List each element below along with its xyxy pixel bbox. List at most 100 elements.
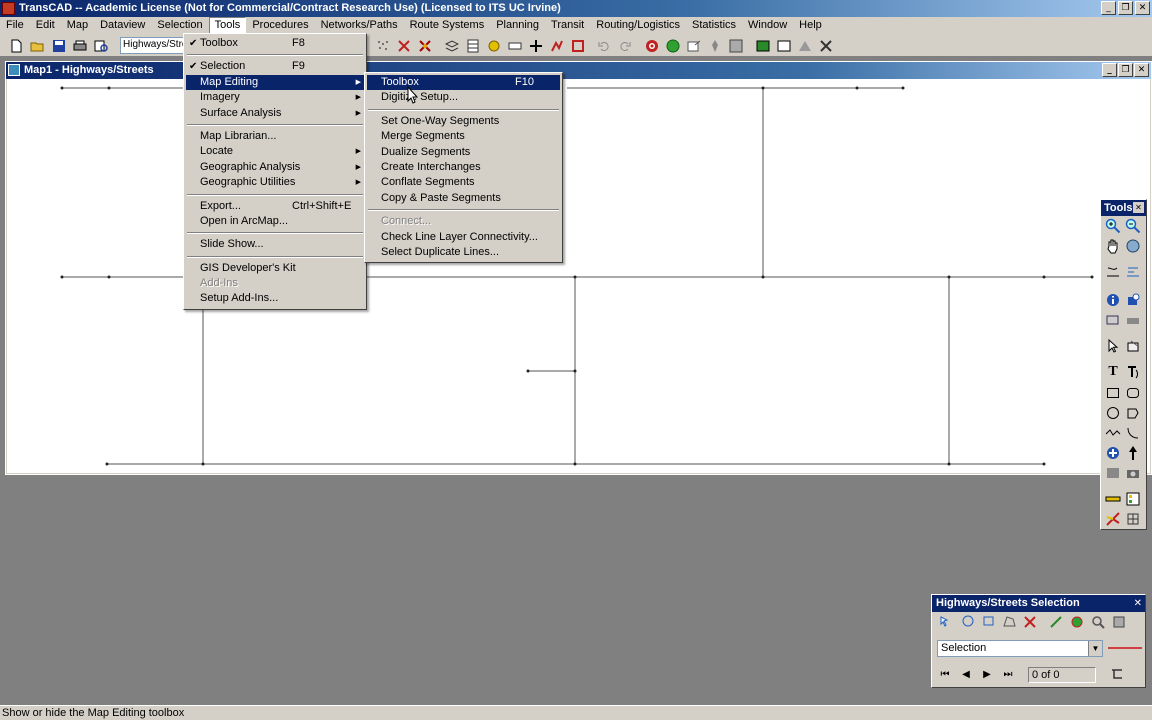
select-by-condition-icon[interactable] [1048,614,1064,630]
clear-selection-icon[interactable] [418,39,432,53]
distance-icon[interactable] [1125,264,1141,280]
previous-record-icon[interactable]: ◀ [958,666,974,682]
menu-item-slide-show[interactable]: Slide Show... [186,237,364,252]
menu-item-open-in-arcmap[interactable]: Open in ArcMap... [186,214,364,229]
edit-tool-icon[interactable] [1125,338,1141,354]
map-restore-button[interactable]: ❐ [1118,63,1133,77]
menu-item-digitize-setup[interactable]: Digitize Setup... [367,90,560,105]
menu-item-surface-analysis[interactable]: Surface Analysis ▶ [186,106,364,121]
menu-help[interactable]: Help [793,17,828,35]
label-icon[interactable] [508,39,522,53]
identify-icon[interactable] [1125,292,1141,308]
curved-text-icon[interactable] [1125,364,1141,380]
unselect-icon[interactable] [1022,614,1038,630]
zoom-to-selection-icon[interactable] [1090,614,1106,630]
first-record-icon[interactable]: ⏮ [937,666,953,682]
measure-icon[interactable] [1105,264,1121,280]
network-tool-icon[interactable] [1125,511,1141,527]
layer-stack-icon[interactable] [1105,312,1121,328]
scale-bar-icon[interactable] [1105,491,1121,507]
menu-item-locate[interactable]: Locate ▶ [186,144,364,159]
circle-icon[interactable] [1105,405,1121,421]
selection-palette-title[interactable]: Highways/Streets Selection [932,595,1145,612]
network-icon[interactable] [529,39,543,53]
selection-set-combo[interactable]: Selection ▼ [937,640,1103,657]
globe-view-icon[interactable] [1125,238,1141,254]
menu-planning[interactable]: Planning [490,17,545,35]
tools-palette-close-icon[interactable]: ✕ [1133,202,1144,213]
menu-statistics[interactable]: Statistics [686,17,742,35]
map-window-icon[interactable] [756,39,770,53]
new-file-icon[interactable] [9,39,23,53]
undo-icon[interactable] [597,39,611,53]
menu-item-editing-toolbox[interactable]: Toolbox F10 [367,75,560,91]
select-by-pointing-icon[interactable] [397,39,411,53]
layers-icon[interactable] [445,39,459,53]
last-record-icon[interactable]: ⏭ [1000,666,1016,682]
symbol-icon[interactable] [1105,445,1121,461]
map-minimize-button[interactable]: _ [1102,63,1117,77]
menu-item-geographic-analysis[interactable]: Geographic Analysis ▶ [186,160,364,175]
layout-icon[interactable] [798,39,812,53]
text-tool-icon[interactable]: T [1105,364,1121,380]
print-icon[interactable] [73,39,87,53]
grid-icon[interactable] [729,39,743,53]
menu-item-gis-developers-kit[interactable]: GIS Developer's Kit [186,261,364,276]
camera-icon[interactable] [1125,465,1141,481]
arc-icon[interactable] [1125,425,1141,441]
print-preview-icon[interactable] [94,39,108,53]
pin-icon[interactable] [708,39,722,53]
select-by-pointing-icon[interactable] [938,614,954,630]
target-icon[interactable] [645,39,659,53]
digitize-points-icon[interactable] [376,39,390,53]
app-title-bar[interactable]: TransCAD -- Academic License (Not for Co… [0,0,1152,17]
rectangle-icon[interactable] [1105,385,1121,401]
menu-file[interactable]: File [0,17,30,35]
map-close-button[interactable]: ✕ [1134,63,1149,77]
select-by-circle-icon[interactable] [959,614,975,630]
menu-item-conflate-segments[interactable]: Conflate Segments [367,175,560,190]
menu-item-geographic-utilities[interactable]: Geographic Utilities ▶ [186,175,364,190]
export-icon[interactable] [687,39,701,53]
menu-edit[interactable]: Edit [30,17,61,35]
legend-icon[interactable] [1125,491,1141,507]
map-window-title-bar[interactable]: Map1 - Highways/Streets _ ❐ ✕ [6,62,1151,79]
printer-icon[interactable] [1125,312,1141,328]
theme-icon[interactable] [487,39,501,53]
menu-item-imagery[interactable]: Imagery ▶ [186,90,364,105]
tools-x-icon[interactable] [819,39,833,53]
zoom-out-icon[interactable] [1125,218,1141,234]
menu-window[interactable]: Window [742,17,793,35]
map-icon[interactable] [8,64,20,76]
pan-hand-icon[interactable] [1105,238,1121,254]
menu-item-map-editing[interactable]: Map Editing ▶ [186,74,364,91]
close-button[interactable]: ✕ [1135,1,1150,15]
rounded-rectangle-icon[interactable] [1125,385,1141,401]
menu-routing-logistics[interactable]: Routing/Logistics [590,17,686,35]
selection-options-icon[interactable] [1109,666,1125,682]
minimize-button[interactable]: _ [1101,1,1116,15]
menu-item-select-duplicate-lines[interactable]: Select Duplicate Lines... [367,245,560,260]
restore-button[interactable]: ❐ [1118,1,1133,15]
menu-item-export[interactable]: Export... Ctrl+Shift+E [186,199,364,214]
next-record-icon[interactable]: ▶ [979,666,995,682]
select-by-shape-icon[interactable] [980,614,996,630]
pointer-icon[interactable] [1105,338,1121,354]
north-arrow-icon[interactable] [1125,445,1141,461]
redo-icon[interactable] [618,39,632,53]
freehand-shape-icon[interactable] [1125,405,1141,421]
map-info-icon[interactable] [777,39,791,53]
dataview-icon[interactable] [466,39,480,53]
selection-toolbox-icon[interactable] [1111,614,1127,630]
menu-item-set-one-way-segments[interactable]: Set One-Way Segments [367,114,560,129]
menu-item-merge-segments[interactable]: Merge Segments [367,129,560,144]
dropdown-arrow-icon[interactable]: ▼ [1088,641,1102,656]
menu-map[interactable]: Map [61,17,94,35]
polyline-icon[interactable] [1105,425,1121,441]
route-icon[interactable] [550,39,564,53]
save-icon[interactable] [52,39,66,53]
stops-icon[interactable] [571,39,585,53]
menu-item-selection[interactable]: ✔ Selection F9 [186,59,364,74]
route-tool-icon[interactable] [1105,511,1121,527]
menu-dataview[interactable]: Dataview [94,17,151,35]
